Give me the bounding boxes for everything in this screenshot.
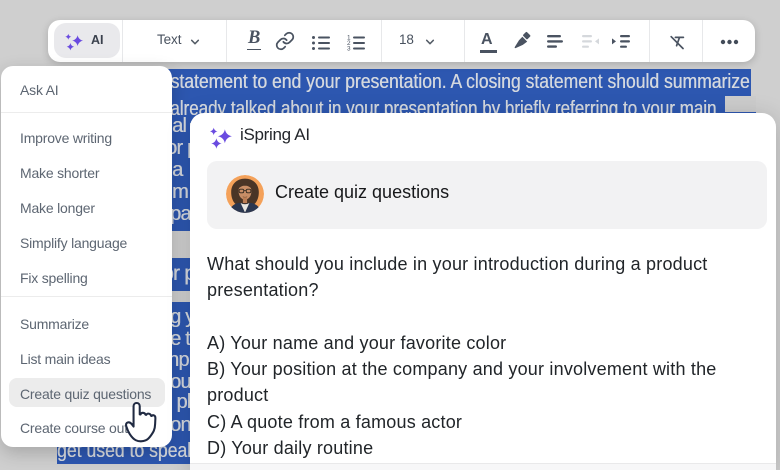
svg-text:3: 3 — [347, 45, 351, 51]
